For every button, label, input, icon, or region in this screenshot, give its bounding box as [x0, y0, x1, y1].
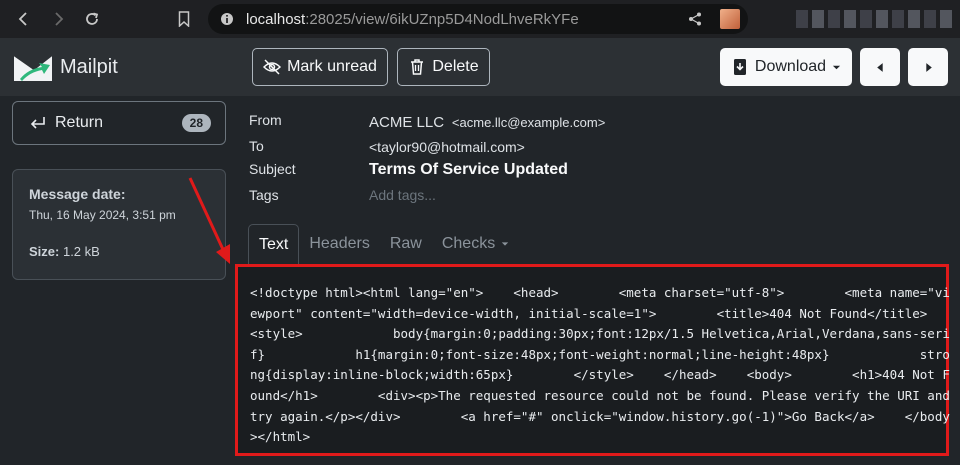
app-brand[interactable]: Mailpit: [60, 56, 118, 79]
to-email: <taylor90@hotmail.com>: [369, 139, 525, 155]
caret-right-icon: [925, 62, 932, 72]
tags-input[interactable]: Add tags...: [369, 187, 436, 203]
mark-unread-label: Mark unread: [287, 58, 377, 75]
browser-toolbar: localhost:28025/view/6ikUZnp5D4NodLhveRk…: [0, 0, 960, 38]
forward-arrow-icon: [55, 12, 64, 26]
mailpit-logo-icon[interactable]: [12, 47, 54, 87]
extension-icon[interactable]: [720, 9, 740, 29]
delete-label: Delete: [432, 58, 479, 75]
forward-button[interactable]: [42, 0, 74, 38]
return-arrow-icon: [30, 117, 45, 129]
tab-checks-label: Checks: [441, 235, 496, 252]
back-arrow-icon: [18, 12, 27, 26]
caret-down-icon: [502, 242, 509, 246]
trash-icon: [411, 59, 424, 75]
tab-raw[interactable]: Raw: [380, 224, 432, 264]
url-text: localhost:28025/view/6ikUZnp5D4NodLhveRk…: [246, 11, 579, 28]
subject-label: Subject: [249, 161, 296, 177]
message-size: Size: 1.2 kB: [29, 244, 209, 259]
back-button[interactable]: [8, 0, 40, 38]
from-value: ACME LLC <acme.llc@example.com>: [369, 114, 605, 131]
return-button[interactable]: Return 28: [12, 101, 226, 145]
url-path: :28025/view/6ikUZnp5D4NodLhveRkYFe: [305, 10, 579, 28]
from-label: From: [249, 112, 282, 128]
from-name: ACME LLC: [369, 114, 445, 131]
reload-button[interactable]: [76, 0, 108, 38]
subject-value: Terms Of Service Updated: [369, 161, 568, 178]
message-text-body: <!doctype html><html lang="en"> <head> <…: [235, 264, 950, 456]
reload-icon: [86, 12, 99, 25]
url-host: localhost: [246, 10, 306, 28]
tab-checks[interactable]: Checks: [432, 224, 519, 264]
site-info-icon[interactable]: [220, 12, 234, 26]
caret-left-icon: [876, 62, 883, 72]
tags-label: Tags: [249, 187, 279, 203]
caret-down-icon: [832, 65, 841, 69]
message-tabs: Text Headers Raw Checks: [248, 224, 519, 264]
address-bar[interactable]: localhost:28025/view/6ikUZnp5D4NodLhveRk…: [208, 4, 748, 34]
next-message-button[interactable]: [908, 48, 948, 86]
download-file-icon: [733, 59, 746, 75]
profile-avatars[interactable]: [796, 10, 952, 28]
mark-unread-button[interactable]: Mark unread: [252, 48, 388, 86]
previous-message-button[interactable]: [860, 48, 900, 86]
eye-slash-icon: [263, 59, 282, 75]
delete-button[interactable]: Delete: [397, 48, 490, 86]
message-text-content: <!doctype html><html lang="en"> <head> <…: [250, 285, 950, 445]
share-icon[interactable]: [688, 12, 702, 26]
return-label: Return: [55, 114, 104, 131]
message-count-badge: 28: [181, 114, 211, 132]
tab-text[interactable]: Text: [248, 224, 300, 264]
bookmark-icon[interactable]: [178, 11, 190, 27]
download-dropdown-button[interactable]: Download: [720, 48, 852, 86]
annotation-arrow-icon: [188, 177, 230, 264]
tab-headers[interactable]: Headers: [299, 224, 379, 264]
size-value: 1.2 kB: [62, 244, 100, 259]
download-label: Download: [754, 58, 827, 75]
to-label: To: [249, 138, 264, 154]
size-label: Size:: [29, 244, 60, 259]
message-date-label: Message date:: [29, 186, 126, 202]
from-email: <acme.llc@example.com>: [451, 115, 606, 130]
message-date-value: Thu, 16 May 2024, 3:51 pm: [29, 208, 176, 222]
